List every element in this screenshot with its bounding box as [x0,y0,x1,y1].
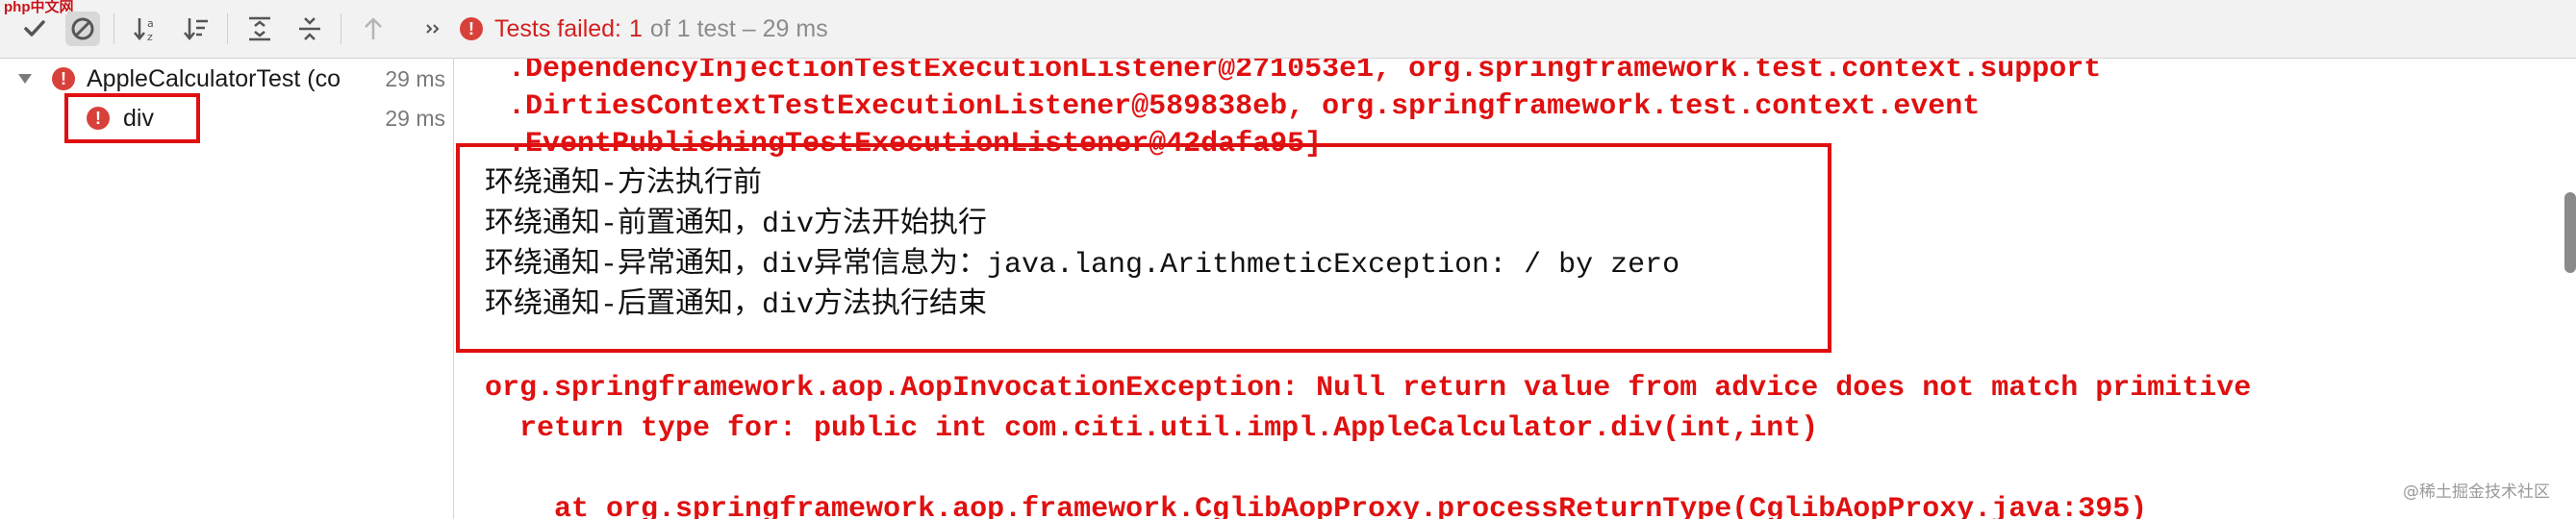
console-output[interactable]: .DependencyInjectionTestExecutionListene… [454,59,2576,519]
status-label: Tests failed: [494,14,622,42]
svg-text:a: a [147,17,154,30]
highlight-box [64,93,200,143]
site-watermark: @稀土掘金技术社区 [2403,482,2550,502]
previous-failed-button[interactable] [356,12,391,46]
expand-triangle-icon[interactable] [17,71,33,86]
arrow-up-icon [365,17,382,39]
tree-item-time: 29 ms [385,105,445,131]
console-line: return type for: public int com.citi.uti… [485,412,1819,445]
sort-duration-icon [184,18,208,40]
tree-item-label: AppleCalculatorTest (co [87,64,341,92]
more-chevrons-icon [426,24,440,34]
show-passed-button[interactable] [17,12,52,46]
expand-all-icon [249,16,270,41]
toolbar-separator [227,13,228,44]
console-scrollbar[interactable] [2564,192,2576,273]
test-runner-toolbar: php中文网 a z ! Tests failed: 1 of 1 test –… [0,0,2576,59]
status-summary: of 1 test – 29 ms [649,14,828,42]
console-line: .DirtiesContextTestExecutionListener@589… [473,90,1981,123]
sort-alphabetically-button[interactable]: a z [129,12,164,46]
test-tree: ! AppleCalculatorTest (co 29 ms ! div 29… [0,59,454,519]
stop-icon [71,17,94,40]
sort-by-duration-button[interactable] [179,12,214,46]
tree-item-root[interactable]: ! AppleCalculatorTest (co 29 ms [0,60,453,98]
console-line: at org.springframework.aop.framework.Cgl… [485,493,2148,519]
test-status: ! Tests failed: 1 of 1 test – 29 ms [460,13,828,44]
console-line: org.springframework.aop.AopInvocationExc… [485,372,2252,405]
error-icon: ! [460,17,483,40]
error-icon: ! [52,67,75,90]
more-actions-button[interactable] [419,12,448,46]
tree-item-time: 29 ms [385,65,445,91]
highlight-box [456,143,1831,353]
failed-count: 1 [629,14,643,42]
collapse-all-button[interactable] [292,12,327,46]
console-line: .DependencyInjectionTestExecutionListene… [473,59,2102,86]
sort-alpha-icon: a z [134,17,154,43]
checkmark-icon [24,20,45,37]
collapse-all-icon [299,17,320,40]
svg-text:z: z [147,31,153,43]
show-ignored-button[interactable] [65,12,100,46]
expand-all-button[interactable] [242,12,277,46]
